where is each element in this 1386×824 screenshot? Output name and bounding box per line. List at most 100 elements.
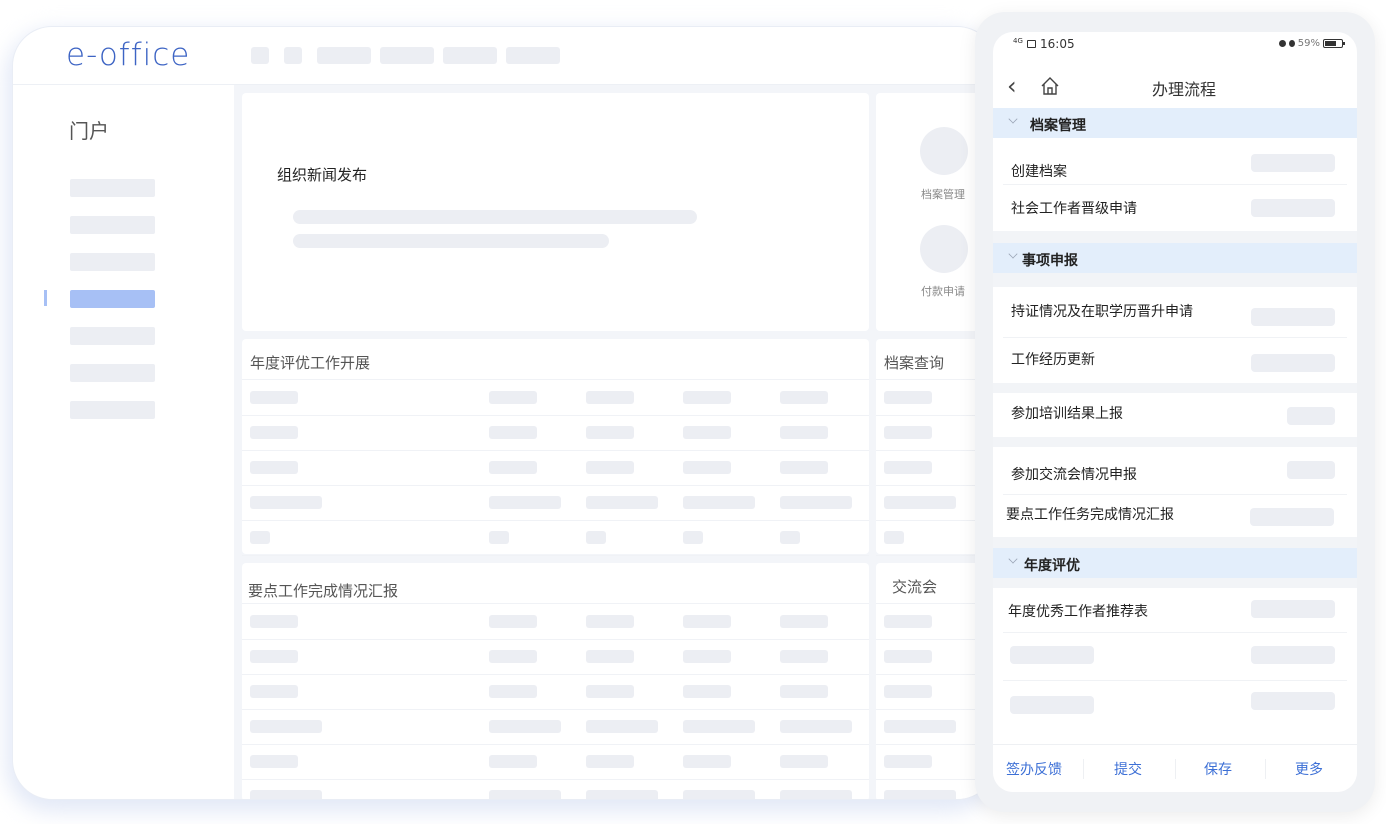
section-header-archive[interactable]: 档案管理	[993, 108, 1357, 138]
cell-placeholder	[586, 615, 634, 628]
cell-placeholder	[489, 720, 561, 733]
cell-placeholder	[586, 755, 634, 768]
cell-placeholder	[683, 461, 731, 474]
chevron-down-icon	[1008, 249, 1018, 259]
sidebar-title: 门户	[69, 119, 109, 143]
button-separator	[1083, 759, 1084, 779]
sidebar-item[interactable]	[70, 179, 155, 197]
cell-placeholder	[250, 650, 298, 663]
cell-placeholder	[489, 426, 537, 439]
payment-request-shortcut-icon[interactable]	[920, 225, 968, 273]
cell-placeholder	[683, 426, 731, 439]
cell-placeholder	[250, 461, 298, 474]
cell-placeholder	[884, 426, 932, 439]
row-divider	[242, 415, 869, 416]
news-card-title[interactable]: 组织新闻发布	[277, 164, 367, 185]
sidebar-item-active[interactable]	[70, 290, 155, 308]
row-divider	[242, 555, 869, 556]
news-line-placeholder	[293, 210, 697, 224]
section-gap	[993, 437, 1357, 447]
nav-bar: ‹ 办理流程	[993, 70, 1357, 106]
section-title: 档案管理	[1030, 118, 1086, 134]
submit-button[interactable]: 提交	[1114, 759, 1142, 779]
list-item[interactable]: 要点工作任务完成情况汇报	[1006, 504, 1174, 524]
list-item[interactable]: 参加交流会情况申报	[1011, 464, 1137, 484]
cell-placeholder	[683, 531, 703, 544]
top-tab-placeholder[interactable]	[284, 47, 302, 64]
shortcut-label[interactable]: 付款申请	[921, 283, 965, 299]
cell-placeholder	[250, 496, 322, 509]
row-divider	[242, 603, 869, 604]
status-bar: 4G 16:05 59%	[993, 32, 1357, 60]
cell-placeholder	[683, 650, 731, 663]
cell-placeholder	[489, 461, 537, 474]
cell-placeholder	[780, 496, 852, 509]
cell-placeholder	[489, 650, 537, 663]
cell-placeholder	[884, 685, 932, 698]
top-tab-placeholder[interactable]	[251, 47, 269, 64]
list-item[interactable]: 工作经历更新	[1011, 349, 1095, 369]
cell-placeholder	[683, 615, 731, 628]
cell-placeholder	[683, 391, 731, 404]
item-status-placeholder	[1251, 199, 1335, 217]
item-divider	[1003, 184, 1347, 185]
battery-percent: 59%	[1297, 38, 1320, 49]
list-item[interactable]: 参加培训结果上报	[1011, 403, 1123, 423]
section-gap	[993, 273, 1357, 287]
row-divider	[242, 520, 869, 521]
top-tab-placeholder[interactable]	[506, 47, 560, 64]
item-title-placeholder	[1010, 646, 1094, 664]
list-item[interactable]: 年度优秀工作者推荐表	[1008, 601, 1148, 621]
chevron-down-icon	[1008, 554, 1018, 564]
top-tab-placeholder[interactable]	[443, 47, 497, 64]
list-item[interactable]: 创建档案	[1011, 161, 1067, 181]
cell-placeholder	[586, 650, 634, 663]
cell-placeholder	[586, 496, 658, 509]
cell-placeholder	[884, 496, 956, 509]
item-status-placeholder	[1251, 692, 1335, 710]
nav-title: 办理流程	[1151, 80, 1216, 99]
cell-placeholder	[250, 755, 298, 768]
cell-placeholder	[586, 461, 634, 474]
button-separator	[1175, 759, 1176, 779]
section-header-declaration[interactable]: 事项申报	[993, 243, 1357, 273]
archive-management-shortcut-icon[interactable]	[920, 127, 968, 175]
cell-placeholder	[250, 426, 298, 439]
sidebar-item[interactable]	[70, 364, 155, 382]
more-button[interactable]: 更多	[1295, 759, 1323, 779]
sidebar-item[interactable]	[70, 216, 155, 234]
news-line-placeholder	[293, 234, 609, 248]
cell-placeholder	[489, 615, 537, 628]
sidebar-item[interactable]	[70, 401, 155, 419]
row-divider	[242, 379, 869, 380]
sidebar-item[interactable]	[70, 253, 155, 271]
cell-placeholder	[884, 531, 904, 544]
cell-placeholder	[489, 391, 537, 404]
list-item[interactable]: 社会工作者晋级申请	[1011, 198, 1137, 218]
cell-placeholder	[884, 790, 956, 799]
item-title-placeholder	[1010, 696, 1094, 714]
cell-placeholder	[884, 461, 932, 474]
cell-placeholder	[489, 755, 537, 768]
top-tab-placeholder[interactable]	[317, 47, 371, 64]
list-item[interactable]: 持证情况及在职学历晋升申请	[1011, 301, 1193, 321]
shortcut-label[interactable]: 档案管理	[921, 186, 965, 202]
save-button[interactable]: 保存	[1204, 759, 1232, 779]
section-gap	[993, 231, 1357, 243]
section-header-annual-review[interactable]: 年度评优	[993, 548, 1357, 578]
row-divider	[242, 639, 869, 640]
sim-icon	[1027, 40, 1036, 48]
item-status-placeholder	[1251, 354, 1335, 372]
chevron-down-icon	[1008, 114, 1018, 124]
item-divider	[1003, 494, 1347, 495]
sidebar-item[interactable]	[70, 327, 155, 345]
feedback-button[interactable]: 签办反馈	[1006, 759, 1062, 779]
top-tab-placeholder[interactable]	[380, 47, 434, 64]
bottom-action-bar: 签办反馈 提交 保存 更多	[993, 744, 1357, 792]
battery-icon	[1323, 39, 1345, 48]
cell-placeholder	[586, 685, 634, 698]
section-gap	[993, 537, 1357, 548]
desktop-window: e-office 门户 组织新闻发布 档案管理 付款申请 年度评优工作开展 档案…	[12, 26, 997, 800]
section-title: 年度评优	[1024, 558, 1080, 574]
cell-placeholder	[780, 755, 828, 768]
